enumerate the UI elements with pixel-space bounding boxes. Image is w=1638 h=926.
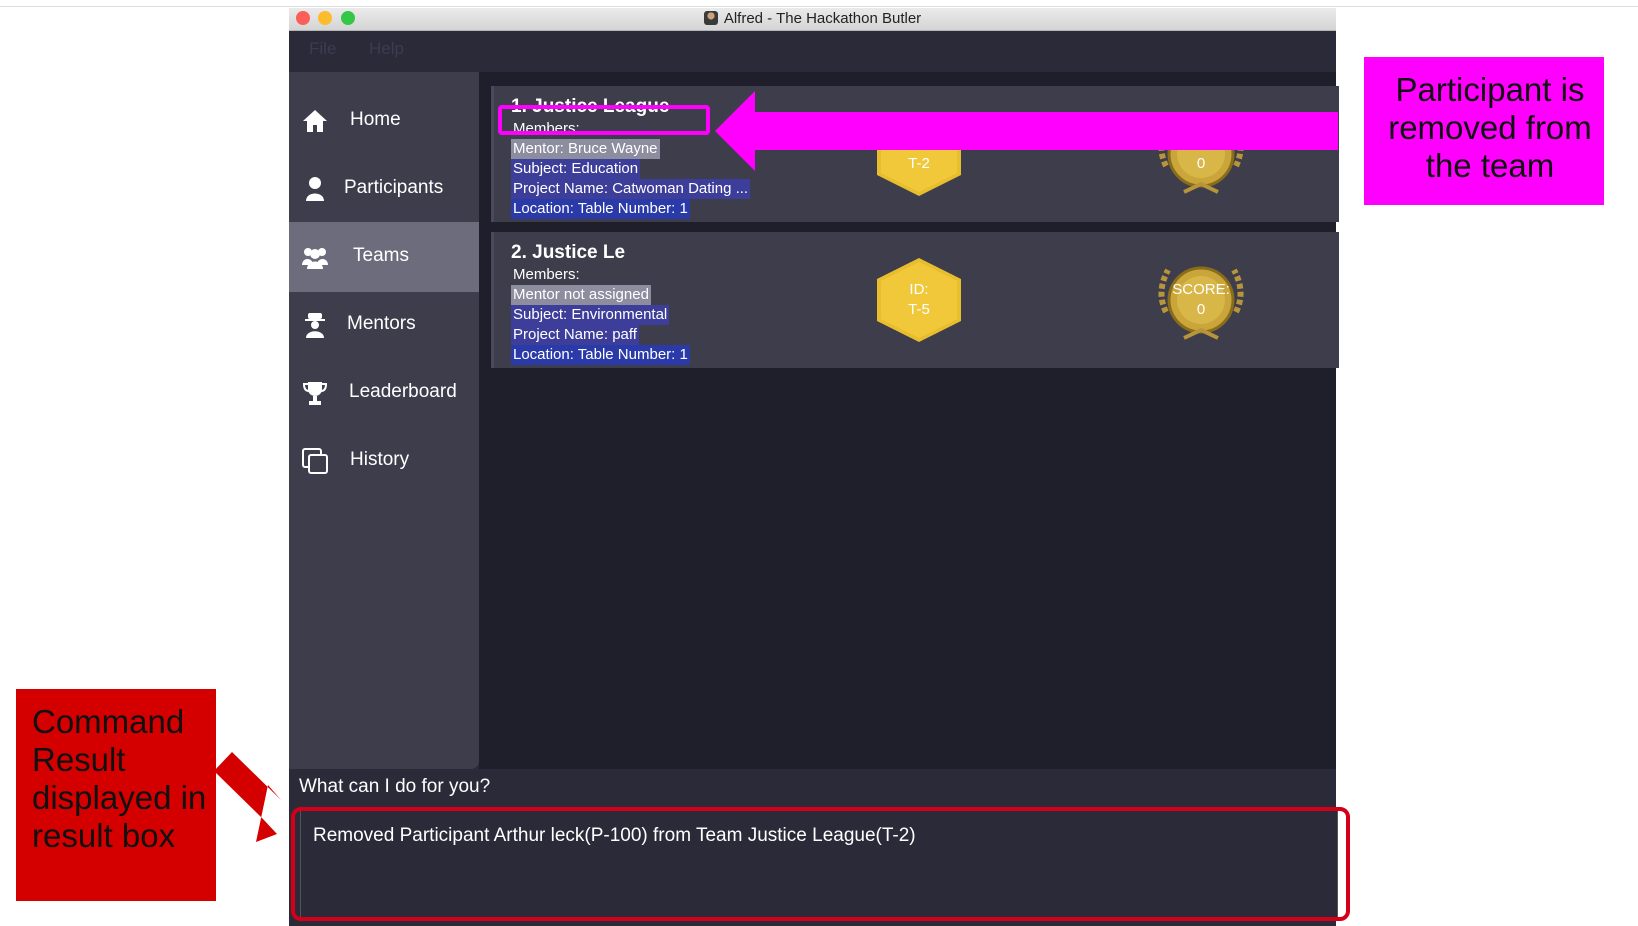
annotation-command-result: Command Result displayed in result box [16, 689, 216, 901]
annotation-participant-removed-text: Participant is removed from the team [1388, 71, 1592, 184]
magenta-arrow [715, 91, 1338, 171]
annotation-command-result-text: Command Result displayed in result box [32, 703, 207, 854]
annotation-participant-removed: Participant is removed from the team [1364, 57, 1604, 205]
red-arrow [214, 752, 281, 842]
